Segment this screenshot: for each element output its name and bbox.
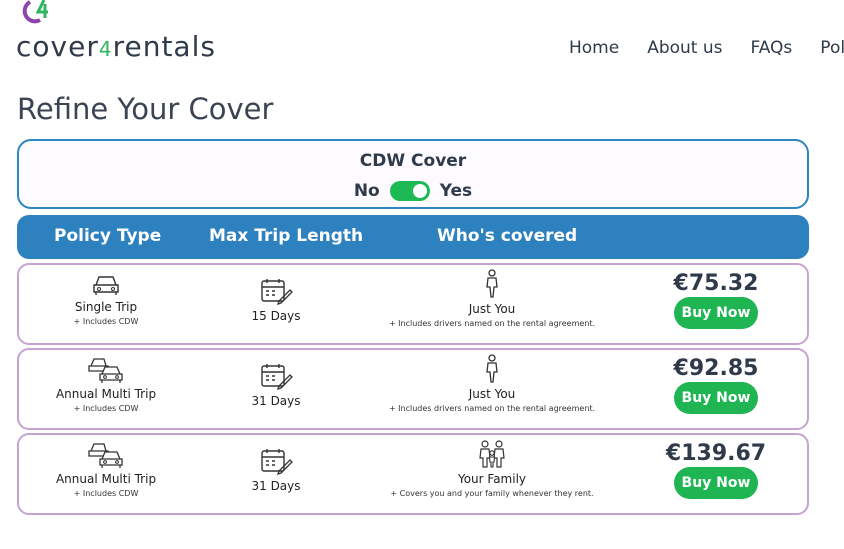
policy-type-label: Annual Multi Trip [55, 387, 157, 401]
person-icon [486, 269, 498, 298]
policy-type-sub: + Includes CDW [73, 404, 139, 413]
logo[interactable]: cover4rentals [16, 0, 256, 63]
cdw-toggle-row: No Yes [19, 181, 807, 201]
policy-type-sub: + Includes CDW [73, 489, 139, 498]
whos-covered-sub: + Includes drivers named on the rental a… [388, 404, 596, 413]
cdw-no-label: No [353, 181, 380, 201]
policy-type-cell: Annual Multi Trip + Includes CDW [39, 356, 173, 413]
header-whos-covered: Who's covered [437, 226, 578, 246]
policy-type-cell: Single Trip + Includes CDW [39, 271, 173, 326]
table-header: Policy Type Max Trip Length Who's covere… [17, 215, 809, 259]
page-title: Refine Your Cover [17, 92, 274, 126]
buy-now-button[interactable]: Buy Now [673, 382, 759, 414]
whos-covered-cell: Just You + Includes drivers named on the… [367, 354, 617, 413]
max-trip-label: 15 Days [251, 309, 301, 323]
cars-icon [88, 358, 123, 383]
price-value: €139.67 [665, 441, 767, 466]
calendar-edit-icon [261, 364, 293, 390]
nav-policies[interactable]: Pol [820, 38, 844, 58]
price-value: €75.32 [673, 271, 759, 296]
table-row: Annual Multi Trip + Includes CDW 31 Days… [17, 348, 809, 430]
calendar-edit-icon [261, 279, 293, 305]
price-cell: €92.85 Buy Now [649, 356, 783, 414]
table-row: Single Trip + Includes CDW 15 Days Just … [17, 263, 809, 345]
whos-covered-label: Your Family [457, 472, 527, 486]
table-row: Annual Multi Trip + Includes CDW 31 Days… [17, 433, 809, 515]
policy-type-cell: Annual Multi Trip + Includes CDW [39, 441, 173, 498]
price-cell: €139.67 Buy Now [649, 441, 783, 499]
cdw-yes-label: Yes [439, 181, 473, 201]
nav-faqs[interactable]: FAQs [751, 38, 793, 58]
policy-type-label: Single Trip [74, 300, 138, 314]
policy-type-label: Annual Multi Trip [55, 472, 157, 486]
header-policy-type: Policy Type [54, 226, 162, 246]
logo-mark-icon [22, 0, 48, 24]
calendar-edit-icon [261, 449, 293, 475]
whos-covered-sub: + Covers you and your family whenever th… [390, 489, 594, 498]
main-nav: Home About us FAQs Pol [569, 38, 844, 58]
car-icon [93, 276, 119, 295]
whos-covered-cell: Your Family + Covers you and your family… [367, 439, 617, 498]
max-trip-cell: 31 Days [209, 362, 343, 408]
whos-covered-label: Just You [468, 302, 516, 316]
max-trip-cell: 31 Days [209, 447, 343, 493]
max-trip-cell: 15 Days [209, 277, 343, 323]
policy-type-sub: + Includes CDW [73, 317, 139, 326]
logo-text-four: 4 [98, 37, 113, 61]
nav-home[interactable]: Home [569, 38, 619, 58]
cars-icon [88, 443, 123, 468]
logo-text: cover4rentals [16, 30, 216, 63]
logo-text-rentals: rentals [112, 30, 216, 63]
header-max-trip-length: Max Trip Length [209, 226, 364, 246]
logo-text-cover: cover [16, 30, 99, 63]
cdw-toggle-switch[interactable] [389, 181, 430, 201]
whos-covered-cell: Just You + Includes drivers named on the… [367, 269, 617, 328]
price-cell: €75.32 Buy Now [649, 271, 783, 329]
nav-about-us[interactable]: About us [647, 38, 722, 58]
buy-now-button[interactable]: Buy Now [673, 467, 759, 499]
max-trip-label: 31 Days [251, 394, 301, 408]
person-icon [486, 354, 498, 383]
max-trip-label: 31 Days [251, 479, 301, 493]
whos-covered-label: Just You [468, 387, 516, 401]
buy-now-button[interactable]: Buy Now [673, 297, 759, 329]
whos-covered-sub: + Includes drivers named on the rental a… [388, 319, 596, 328]
price-value: €92.85 [673, 356, 759, 381]
cdw-title: CDW Cover [359, 151, 467, 171]
cdw-cover-panel: CDW Cover No Yes [17, 139, 809, 209]
family-icon [479, 440, 505, 468]
